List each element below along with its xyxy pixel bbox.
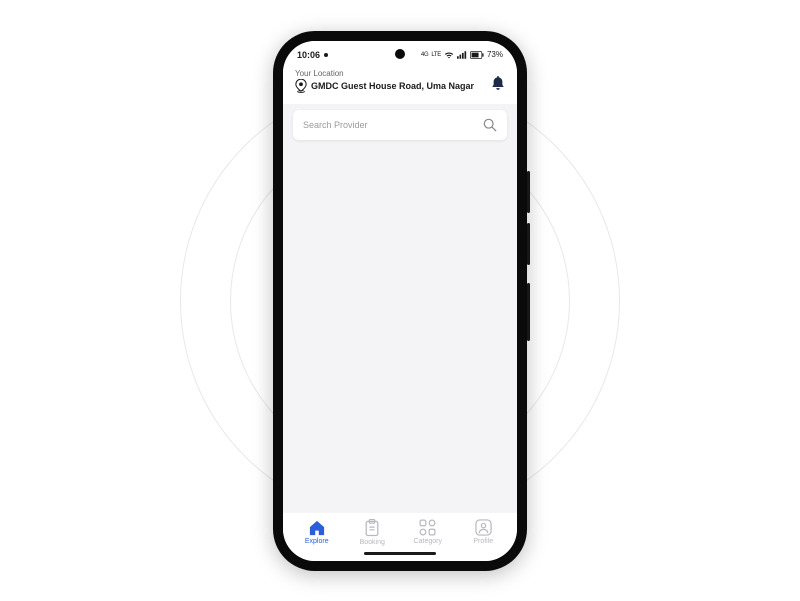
location-pin-icon: [295, 79, 307, 93]
notifications-button[interactable]: [491, 69, 505, 96]
battery-percentage: 73%: [487, 50, 503, 59]
power-button: [527, 283, 530, 341]
nav-booking[interactable]: Booking: [345, 519, 401, 546]
explore-icon: [308, 520, 326, 536]
camera-dot-icon: [323, 52, 329, 58]
nav-explore[interactable]: Explore: [289, 520, 345, 545]
location-address: GMDC Guest House Road, Uma Nagar: [311, 81, 474, 91]
network-4g-label: 4G: [421, 52, 428, 58]
app-header: Your Location GMDC Guest House Road, Uma…: [283, 65, 517, 104]
home-indicator-area: [283, 548, 517, 561]
volume-up-button: [527, 171, 530, 213]
nav-profile-label: Profile: [473, 538, 493, 545]
status-time: 10:06: [297, 50, 320, 60]
location-selector[interactable]: Your Location GMDC Guest House Road, Uma…: [295, 69, 474, 93]
search-container: Search Provider: [283, 104, 517, 146]
category-icon: [419, 519, 436, 536]
nav-category[interactable]: Category: [400, 519, 456, 545]
battery-icon: [470, 51, 484, 59]
front-camera: [395, 49, 405, 59]
phone-frame: 10:06 4G LTE 73% Your Location: [273, 31, 527, 571]
volume-down-button: [527, 223, 530, 265]
nav-profile[interactable]: Profile: [456, 519, 512, 545]
profile-icon: [475, 519, 492, 536]
search-input[interactable]: Search Provider: [293, 110, 507, 140]
phone-screen: 10:06 4G LTE 73% Your Location: [283, 41, 517, 561]
bottom-navigation: Explore Booking: [283, 512, 517, 548]
nav-booking-label: Booking: [360, 539, 385, 546]
nav-category-label: Category: [414, 538, 442, 545]
bell-icon: [491, 75, 505, 91]
network-lte-label: LTE: [431, 52, 441, 58]
phone-mockup: 10:06 4G LTE 73% Your Location: [273, 31, 527, 571]
booking-icon: [364, 519, 380, 537]
location-label: Your Location: [295, 69, 474, 78]
search-icon: [483, 118, 497, 132]
nav-explore-label: Explore: [305, 538, 329, 545]
home-indicator[interactable]: [364, 552, 436, 555]
wifi-icon: [444, 51, 454, 59]
search-placeholder: Search Provider: [303, 120, 368, 130]
content-area: [283, 146, 517, 512]
signal-icon: [457, 51, 467, 59]
